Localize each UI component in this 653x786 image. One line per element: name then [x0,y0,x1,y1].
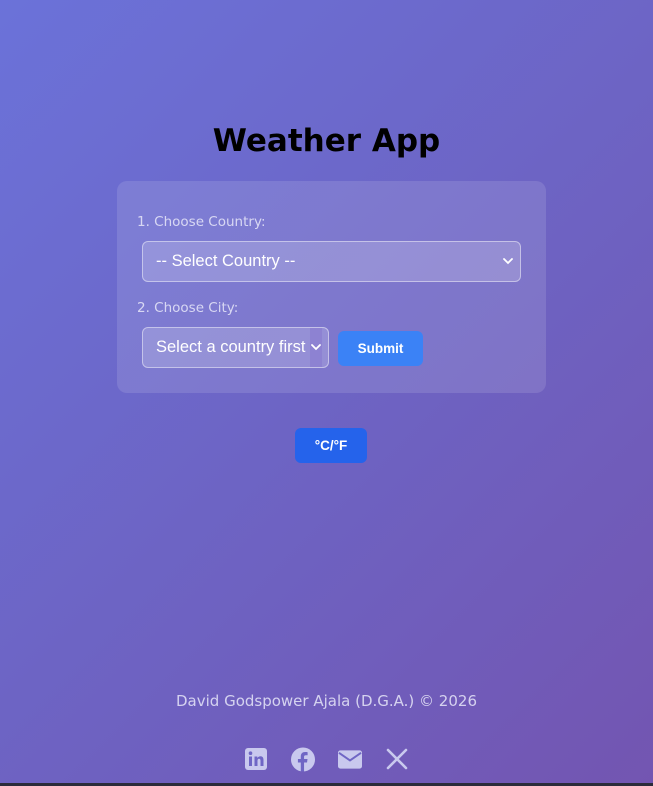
social-links [0,746,653,772]
submit-button[interactable]: Submit [338,331,423,366]
city-select[interactable]: Select a country first [142,327,329,368]
country-select-value: -- Select Country -- [156,252,296,270]
city-select-value: Select a country first [156,338,306,356]
search-form-card: 1. Choose Country: -- Select Country -- … [117,181,546,393]
chevron-down-icon [310,328,322,367]
page-title: Weather App [212,123,441,159]
country-select[interactable]: -- Select Country -- [142,241,521,282]
country-label: 1. Choose Country: [137,214,266,230]
city-label: 2. Choose City: [137,300,239,316]
footer-credit: David Godspower Ajala (D.G.A.) © 2026 [176,692,477,710]
unit-toggle-button[interactable]: °C/°F [295,428,367,463]
chevron-down-icon [502,242,514,281]
linkedin-icon[interactable] [244,746,268,772]
x-icon[interactable] [385,746,409,772]
email-icon[interactable] [338,746,362,772]
facebook-icon[interactable] [291,746,315,772]
